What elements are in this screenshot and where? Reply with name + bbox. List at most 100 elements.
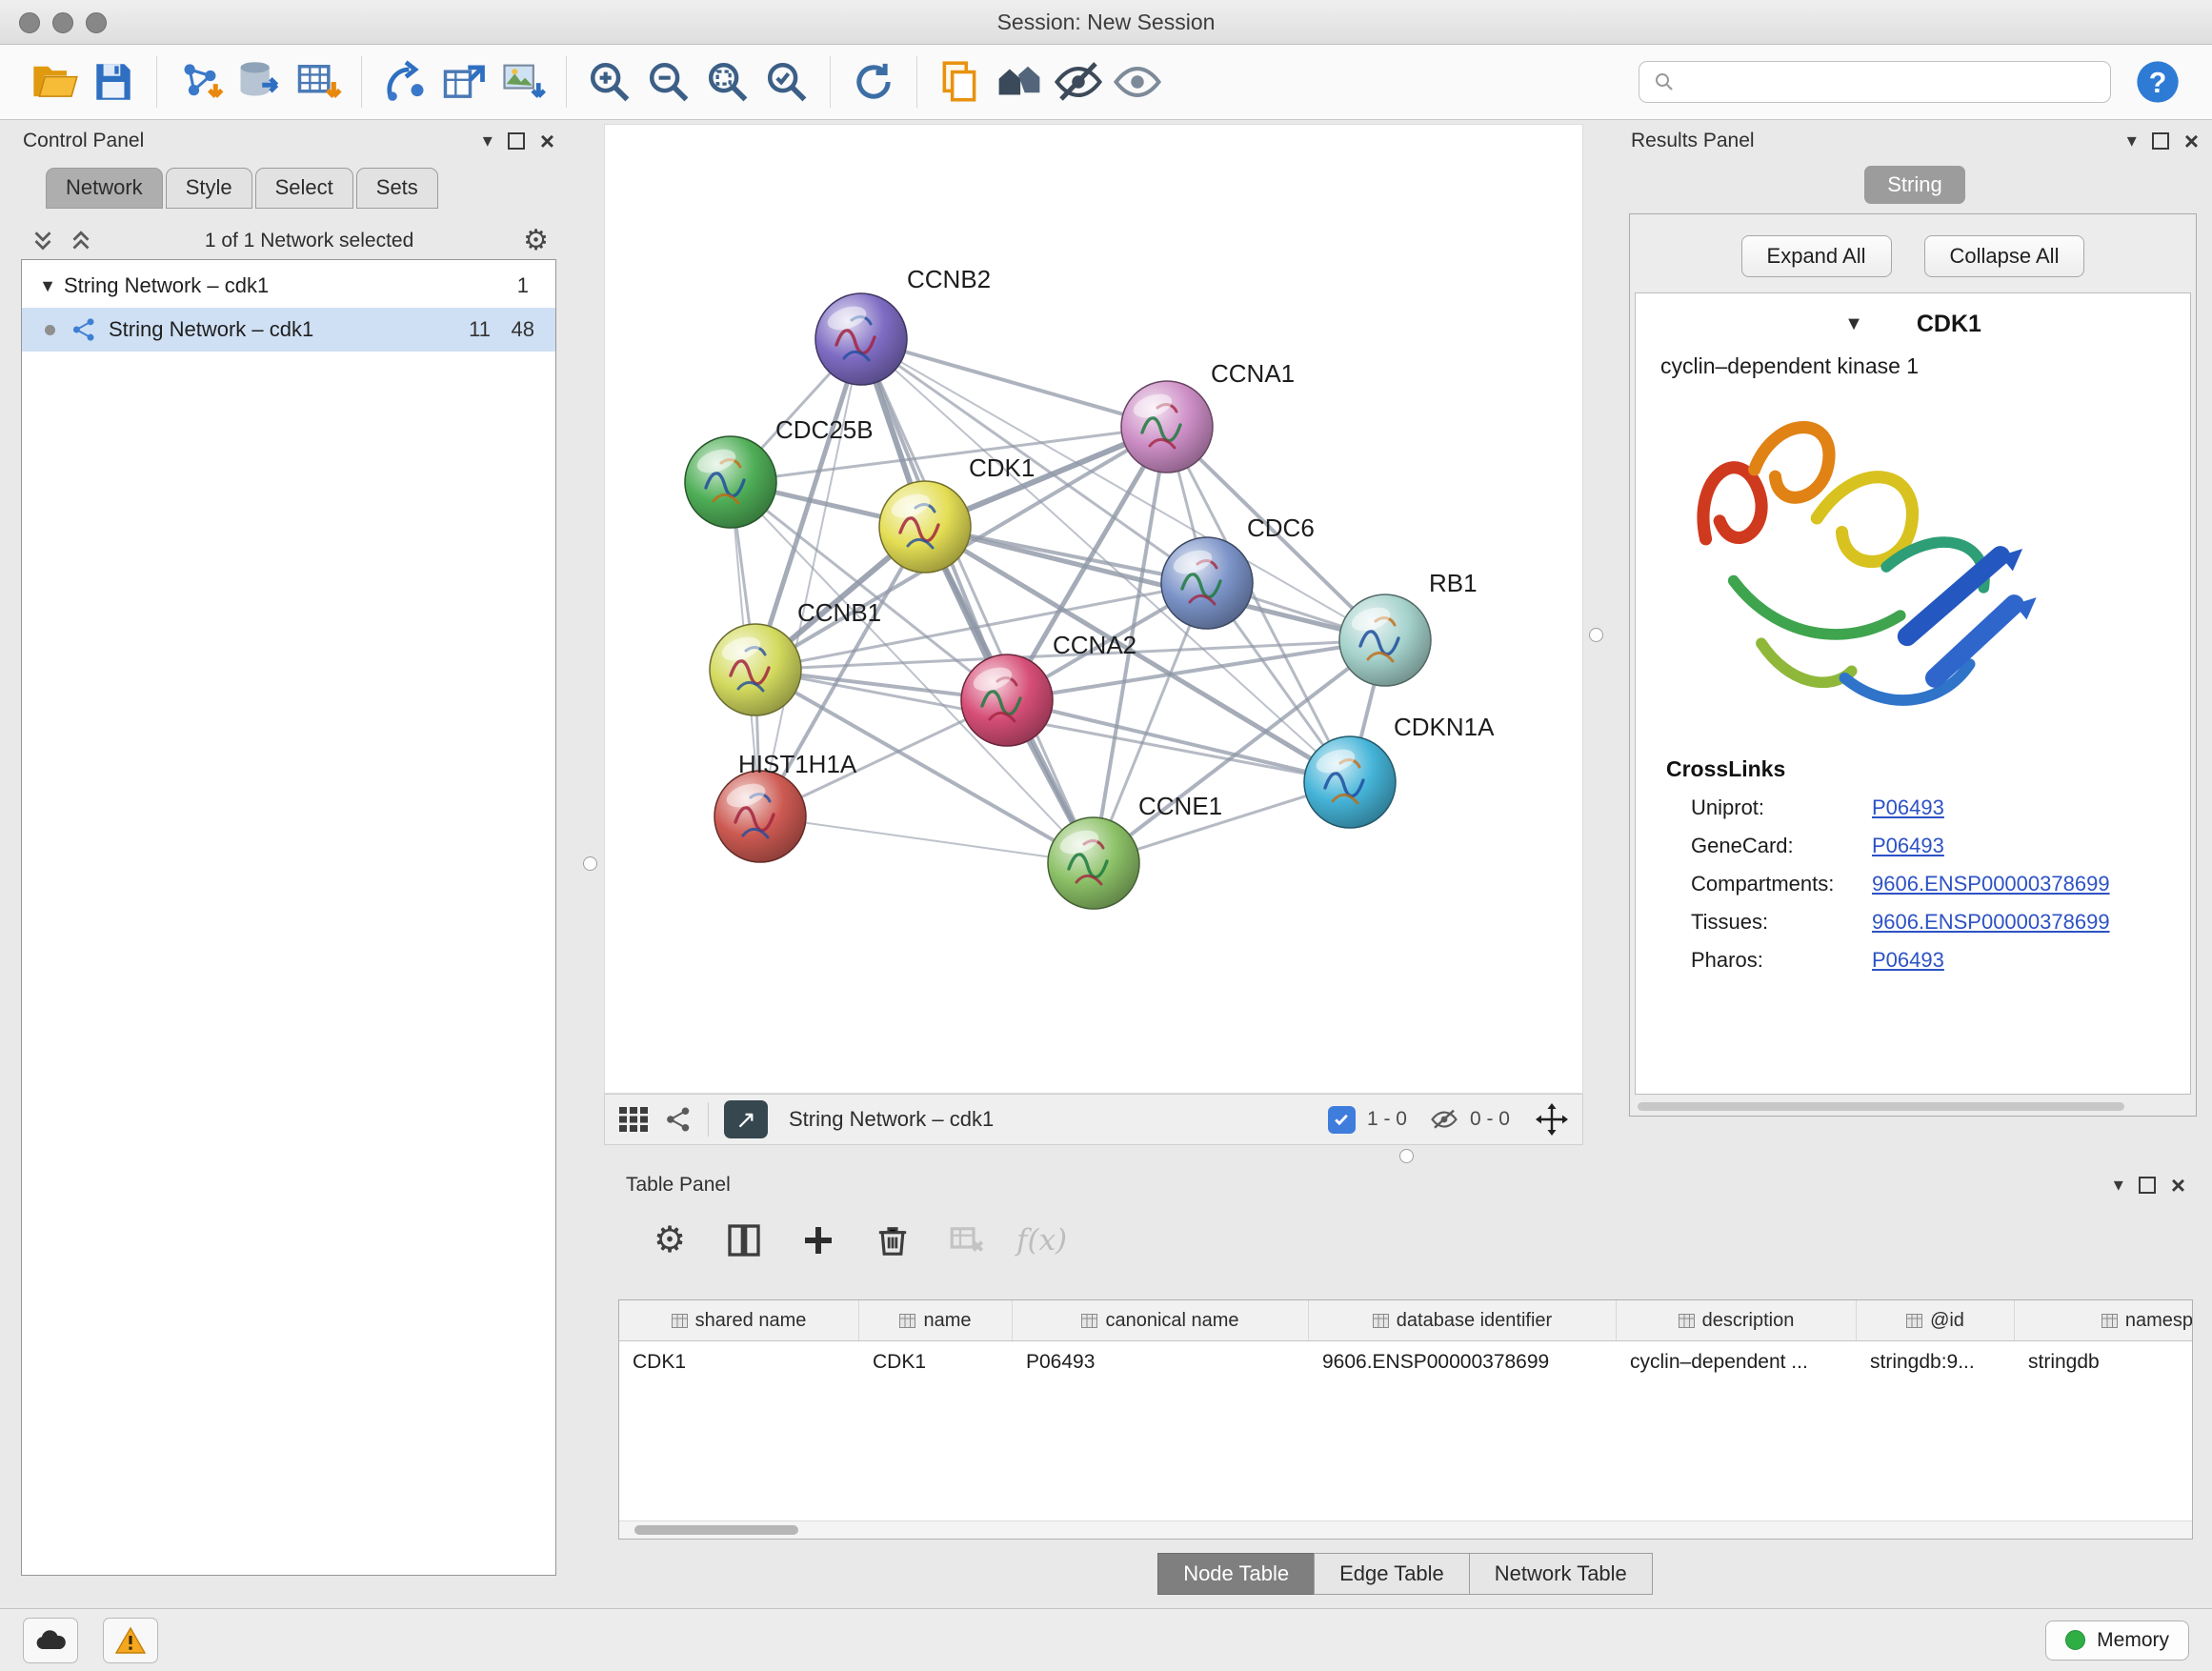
tab-node-table[interactable]: Node Table xyxy=(1157,1553,1315,1595)
import-network-file-icon[interactable] xyxy=(171,52,230,111)
help-icon[interactable]: ? xyxy=(2128,52,2187,111)
network-collection-row[interactable]: ▼ String Network – cdk1 1 xyxy=(22,264,555,308)
table-cell[interactable]: 9606.ENSP00000378699 xyxy=(1309,1341,1617,1383)
zoom-selected-icon[interactable] xyxy=(757,52,816,111)
results-scrollbar[interactable] xyxy=(1638,1102,2124,1111)
panel-menu-icon[interactable]: ▾ xyxy=(483,131,493,151)
maximize-window-button[interactable] xyxy=(86,12,107,33)
minimize-window-button[interactable] xyxy=(52,12,73,33)
network-edge[interactable] xyxy=(760,816,1094,863)
close-panel-icon[interactable]: × xyxy=(2171,1173,2185,1198)
network-node[interactable] xyxy=(1048,817,1139,909)
table-cell[interactable]: P06493 xyxy=(1013,1341,1309,1383)
open-in-window-button[interactable]: ↗ xyxy=(724,1100,768,1138)
import-table-icon[interactable] xyxy=(289,52,348,111)
network-canvas-area[interactable]: CCNB2CCNA1CDC25BCDK1CDC6RB1CCNB1CCNA2CDK… xyxy=(604,124,1583,1094)
network-edge[interactable] xyxy=(760,339,861,816)
refresh-icon[interactable] xyxy=(844,52,903,111)
network-canvas[interactable]: CCNB2CCNA1CDC25BCDK1CDC6RB1CCNB1CCNA2CDK… xyxy=(605,125,1582,1093)
network-node[interactable] xyxy=(815,293,907,385)
column-header[interactable]: name xyxy=(859,1300,1013,1340)
panel-menu-icon[interactable]: ▾ xyxy=(2114,1176,2123,1195)
add-column-icon[interactable] xyxy=(794,1216,843,1265)
save-session-icon[interactable] xyxy=(84,52,143,111)
float-panel-icon[interactable] xyxy=(508,132,525,150)
table-cell[interactable]: CDK1 xyxy=(619,1341,859,1383)
network-edge[interactable] xyxy=(861,339,1167,427)
table-cell[interactable]: stringdb:9... xyxy=(1857,1341,2015,1383)
network-node[interactable] xyxy=(1339,594,1431,686)
import-network-database-icon[interactable] xyxy=(230,52,289,111)
gear-icon[interactable]: ⚙ xyxy=(523,227,549,255)
tab-network[interactable]: Network xyxy=(46,168,163,209)
column-header[interactable]: namespac xyxy=(2015,1300,2193,1340)
zoom-fit-icon[interactable] xyxy=(698,52,757,111)
window-controls[interactable] xyxy=(19,12,107,33)
splitter-handle[interactable] xyxy=(583,856,597,871)
clone-network-icon[interactable] xyxy=(434,52,493,111)
zoom-out-icon[interactable] xyxy=(639,52,698,111)
network-node[interactable] xyxy=(1121,381,1213,473)
copy-document-icon[interactable] xyxy=(931,52,990,111)
open-session-icon[interactable] xyxy=(25,52,84,111)
zoom-in-icon[interactable] xyxy=(580,52,639,111)
delete-column-icon[interactable] xyxy=(868,1216,917,1265)
show-columns-icon[interactable] xyxy=(719,1216,769,1265)
export-image-icon[interactable] xyxy=(493,52,553,111)
tree-expand-icon[interactable]: ▼ xyxy=(31,276,64,296)
table-cell[interactable]: cyclin–dependent ... xyxy=(1617,1341,1857,1383)
expand-all-button[interactable]: Expand All xyxy=(1741,235,1892,277)
scrollbar-thumb[interactable] xyxy=(634,1525,798,1535)
column-header[interactable]: @id xyxy=(1857,1300,2015,1340)
splitter-handle[interactable] xyxy=(1399,1149,1414,1163)
collapse-all-icon[interactable] xyxy=(29,227,57,255)
column-header[interactable]: shared name xyxy=(619,1300,859,1340)
table-settings-gear-icon[interactable]: ⚙ xyxy=(645,1216,694,1265)
float-panel-icon[interactable] xyxy=(2139,1177,2156,1194)
close-panel-icon[interactable]: × xyxy=(540,129,554,153)
network-from-selection-icon[interactable] xyxy=(375,52,434,111)
memory-button[interactable]: Memory xyxy=(2045,1621,2189,1661)
collapse-section-icon[interactable]: ▼ xyxy=(1844,313,1863,335)
tab-style[interactable]: Style xyxy=(166,168,252,209)
crosslink-value-link[interactable]: 9606.ENSP00000378699 xyxy=(1872,910,2110,935)
pan-crosshair-icon[interactable] xyxy=(1535,1102,1569,1137)
network-node[interactable] xyxy=(879,481,971,573)
hide-selected-icon[interactable] xyxy=(1049,52,1108,111)
table-cell[interactable]: stringdb xyxy=(2015,1341,2193,1383)
tab-select[interactable]: Select xyxy=(255,168,353,209)
show-all-icon[interactable] xyxy=(1108,52,1167,111)
network-node[interactable] xyxy=(1304,736,1396,828)
column-header[interactable]: description xyxy=(1617,1300,1857,1340)
home-neighbors-icon[interactable] xyxy=(990,52,1049,111)
table-data-row[interactable]: CDK1CDK1P064939606.ENSP00000378699cyclin… xyxy=(619,1341,2193,1383)
search-input[interactable] xyxy=(1685,70,2097,94)
network-node[interactable] xyxy=(710,624,801,715)
network-row[interactable]: String Network – cdk1 11 48 xyxy=(22,308,555,352)
tab-network-table[interactable]: Network Table xyxy=(1469,1553,1653,1595)
crosslink-value-link[interactable]: P06493 xyxy=(1872,795,1944,820)
crosslink-value-link[interactable]: P06493 xyxy=(1872,948,1944,973)
network-edge[interactable] xyxy=(861,339,1094,863)
table-cell[interactable]: CDK1 xyxy=(859,1341,1013,1383)
crosslink-value-link[interactable]: 9606.ENSP00000378699 xyxy=(1872,872,2110,896)
table-horizontal-scrollbar[interactable] xyxy=(619,1520,2192,1539)
close-window-button[interactable] xyxy=(19,12,40,33)
expand-all-icon[interactable] xyxy=(67,227,95,255)
tab-string[interactable]: String xyxy=(1864,166,1964,204)
float-panel-icon[interactable] xyxy=(2152,132,2169,150)
network-node[interactable] xyxy=(714,771,806,862)
tab-edge-table[interactable]: Edge Table xyxy=(1314,1553,1470,1595)
column-header[interactable]: canonical name xyxy=(1013,1300,1309,1340)
panel-menu-icon[interactable]: ▾ xyxy=(2127,131,2137,151)
hidden-eye-icon[interactable] xyxy=(1430,1107,1458,1132)
splitter-handle[interactable] xyxy=(1589,628,1603,642)
birdseye-view-icon[interactable] xyxy=(618,1106,649,1133)
tab-sets[interactable]: Sets xyxy=(356,168,438,209)
network-node[interactable] xyxy=(1161,537,1253,629)
cloud-status-button[interactable] xyxy=(23,1618,78,1663)
selected-checkbox-icon[interactable] xyxy=(1328,1106,1356,1134)
close-panel-icon[interactable]: × xyxy=(2184,129,2199,153)
crosslink-value-link[interactable]: P06493 xyxy=(1872,834,1944,858)
share-network-icon[interactable] xyxy=(664,1105,693,1134)
